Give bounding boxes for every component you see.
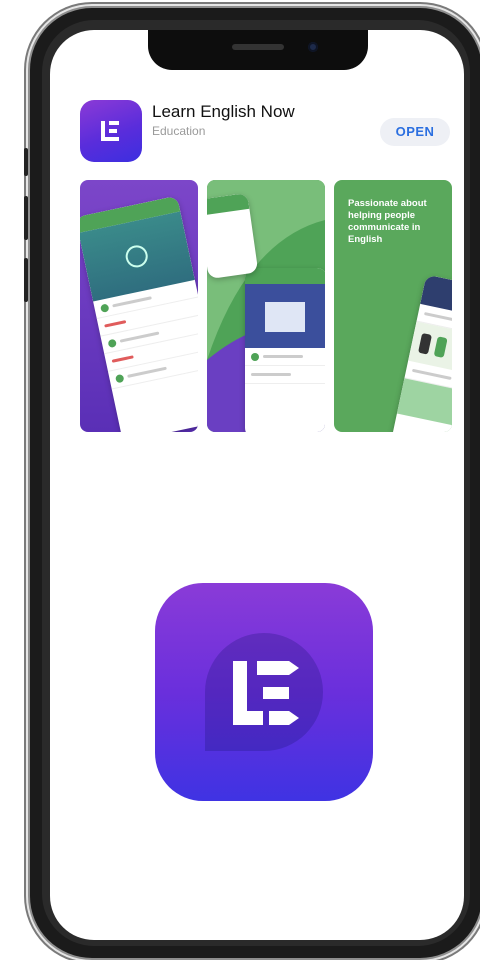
app-listing-header: Learn English Now Education OPEN: [80, 100, 450, 164]
large-app-icon: [155, 583, 373, 801]
learn-english-now-logo-icon: [205, 633, 323, 751]
app-title[interactable]: Learn English Now: [152, 102, 295, 122]
notch: [148, 30, 368, 70]
screenshot-2-phone: [245, 268, 325, 432]
screenshot-3-caption: Passionate about helping people communic…: [348, 198, 427, 245]
screenshot-3-phone: [391, 274, 452, 432]
side-button-volume-down: [24, 258, 28, 302]
screenshot-carousel[interactable]: Passionate about helping people communic…: [80, 180, 456, 432]
phone-screen: Learn English Now Education OPEN Passion…: [50, 30, 464, 940]
learn-english-now-logo-icon: [101, 121, 119, 141]
screenshot-1[interactable]: [80, 180, 198, 432]
mockup-stage: Learn English Now Education OPEN Passion…: [0, 0, 480, 960]
open-button[interactable]: OPEN: [380, 118, 450, 146]
app-icon[interactable]: [80, 100, 142, 162]
speaker-grille: [232, 44, 284, 50]
screenshot-3[interactable]: Passionate about helping people communic…: [334, 180, 452, 432]
app-category: Education: [152, 124, 206, 138]
screenshot-2[interactable]: [207, 180, 325, 432]
side-button-volume-up: [24, 196, 28, 240]
front-camera-icon: [308, 42, 318, 52]
screenshot-1-phone: [80, 195, 198, 432]
side-button-mute: [24, 148, 28, 176]
